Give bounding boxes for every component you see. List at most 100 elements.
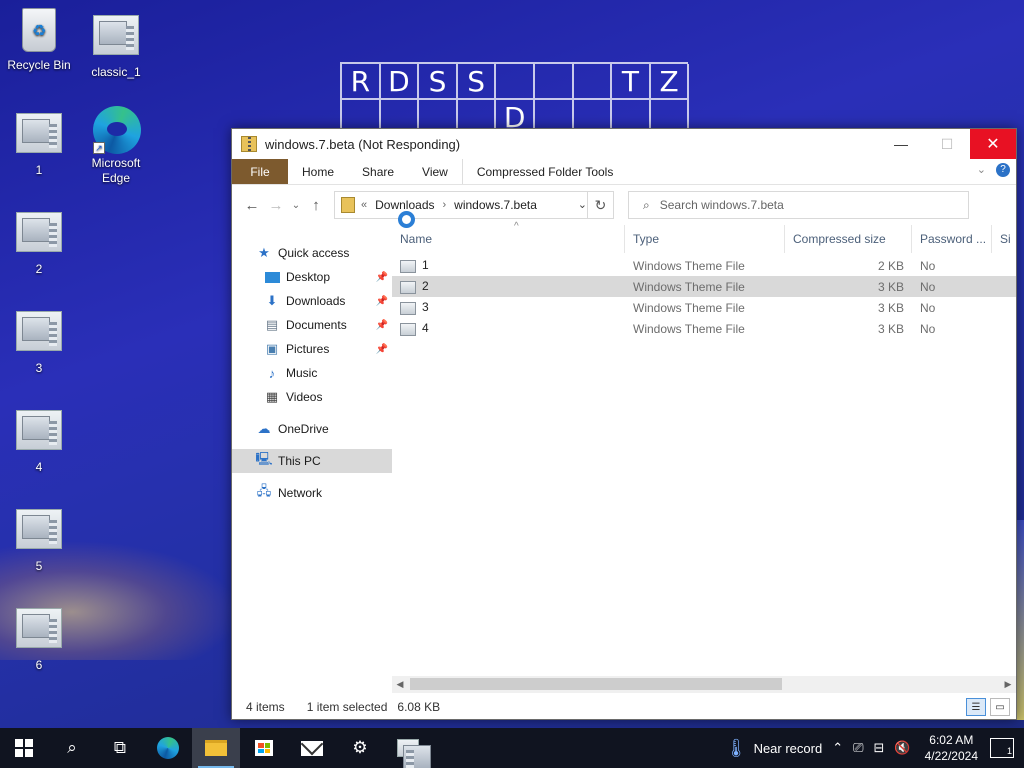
task-view-button[interactable]: ⧉ [96, 728, 144, 768]
breadcrumb-downloads[interactable]: Downloads [375, 198, 434, 212]
desktop-icon-4[interactable]: 4 [1, 407, 77, 474]
desktop-icon-2[interactable]: 2 [1, 209, 77, 276]
wallpaper-letter-cell: R [342, 64, 381, 100]
theme-file-icon [400, 322, 416, 336]
scroll-left-icon[interactable]: ◀ [392, 679, 408, 690]
help-icon[interactable]: ? [996, 163, 1010, 177]
taskbar-settings[interactable]: ⚙ [336, 728, 384, 768]
notifications-icon[interactable]: 1 [990, 738, 1014, 758]
nav-network[interactable]: 🖧 Network [232, 481, 392, 505]
desktop-icon-1[interactable]: 1 [1, 110, 77, 177]
nav-videos[interactable]: ▦ Videos [232, 385, 392, 409]
volume-muted-icon[interactable]: 🔇 [894, 740, 910, 756]
taskbar-mail[interactable] [288, 728, 336, 768]
refresh-button[interactable]: ↻ [587, 192, 613, 218]
theme-file-icon [16, 212, 62, 252]
file-row[interactable]: 4 Windows Theme File 3 KB No [392, 318, 1016, 339]
window-title: windows.7.beta (Not Responding) [265, 136, 461, 152]
busy-cursor-icon [398, 211, 415, 228]
file-row[interactable]: 2 Windows Theme File 3 KB No [392, 276, 1016, 297]
taskbar-theme-app[interactable] [384, 728, 432, 768]
minimize-button[interactable]: — [878, 129, 924, 159]
show-hidden-icons-button[interactable]: ⌃ [832, 740, 843, 756]
desktop-icon-label: Microsoft Edge [91, 156, 141, 185]
search-button[interactable]: ⌕ [48, 728, 96, 768]
file-name: 2 [422, 279, 429, 294]
address-dropdown-icon[interactable]: ⌄ [578, 198, 587, 211]
desktop-icon-label: classic_1 [91, 65, 141, 79]
camera-icon[interactable]: ⎚ [853, 740, 863, 756]
breadcrumb-separator: › [442, 199, 447, 211]
pictures-icon: ▣ [265, 341, 279, 356]
nav-pictures[interactable]: ▣ Pictures 📌 [232, 337, 392, 361]
desktop-icon-recycle-bin[interactable]: ♻ Recycle Bin [1, 8, 77, 72]
taskbar-store[interactable] [240, 728, 288, 768]
nav-this-pc[interactable]: 🖳 This PC [232, 449, 392, 473]
nav-documents[interactable]: ▤ Documents 📌 [232, 313, 392, 337]
scrollbar-thumb[interactable] [410, 678, 782, 690]
tab-compressed-folder-tools[interactable]: Compressed Folder Tools [461, 159, 628, 184]
large-icons-view-icon[interactable]: ▭ [990, 698, 1010, 716]
details-view-icon[interactable]: ☰ [966, 698, 986, 716]
taskbar-edge[interactable] [144, 728, 192, 768]
horizontal-scrollbar[interactable]: ◀ ▶ [392, 676, 1016, 693]
file-row[interactable]: 1 Windows Theme File 2 KB No [392, 255, 1016, 276]
network-tray-icon[interactable]: ⊟ [874, 740, 885, 756]
nav-label: Pictures [286, 342, 330, 356]
theme-file-icon [400, 280, 416, 294]
pin-icon: 📌 [375, 295, 388, 307]
search-placeholder: Search windows.7.beta [659, 198, 784, 212]
close-button[interactable]: ✕ [970, 129, 1016, 159]
address-overflow[interactable]: « [361, 199, 367, 211]
column-header-password[interactable]: Password ... [912, 225, 992, 253]
column-header-size[interactable]: Si [992, 225, 1016, 253]
file-password: No [920, 258, 936, 273]
recent-locations-button[interactable]: ⌄ [288, 193, 304, 217]
desktop-icon [264, 269, 280, 285]
theme-file-icon [16, 113, 62, 153]
taskbar: ⌕ ⧉ ⚙ 🌡 Near record ⌃ ⎚ ⊟ 🔇 6:02 AM 4/22… [0, 728, 1024, 768]
title-bar[interactable]: windows.7.beta (Not Responding) — ☐ ✕ [232, 129, 1016, 159]
back-button[interactable]: ← [240, 193, 264, 217]
pin-icon: 📌 [375, 343, 388, 355]
column-header-compressed-size[interactable]: Compressed size [785, 225, 912, 253]
navigation-pane: ★ Quick access Desktop 📌 ⬇ Downloads 📌 ▤… [232, 225, 392, 695]
windows-logo-icon [15, 739, 33, 757]
network-icon: 🖧 [256, 483, 272, 498]
system-tray: 🌡 Near record ⌃ ⎚ ⊟ 🔇 6:02 AM 4/22/2024 … [725, 728, 1024, 768]
tab-home[interactable]: Home [288, 159, 348, 184]
nav-downloads[interactable]: ⬇ Downloads 📌 [232, 289, 392, 313]
scroll-right-icon[interactable]: ▶ [1000, 679, 1016, 690]
file-name: 4 [422, 321, 429, 336]
start-button[interactable] [0, 728, 48, 768]
nav-quick-access[interactable]: ★ Quick access [232, 241, 392, 265]
column-header-type[interactable]: Type [625, 225, 785, 253]
tab-view[interactable]: View [408, 159, 462, 184]
nav-music[interactable]: ♪ Music [232, 361, 392, 385]
maximize-button[interactable]: ☐ [924, 129, 970, 159]
weather-widget[interactable]: 🌡 Near record [725, 738, 823, 759]
desktop-icon-6[interactable]: 6 [1, 605, 77, 672]
file-row[interactable]: 3 Windows Theme File 3 KB No [392, 297, 1016, 318]
wallpaper-letter-cell: S [419, 64, 458, 100]
tab-share[interactable]: Share [348, 159, 408, 184]
tab-file[interactable]: File [232, 159, 288, 184]
up-button[interactable]: ↑ [304, 193, 328, 217]
desktop-icon-5[interactable]: 5 [1, 506, 77, 573]
desktop-icon-microsoft-edge[interactable]: ↗ Microsoft Edge [78, 106, 154, 186]
forward-button[interactable]: → [264, 193, 288, 217]
breadcrumb-windows-7-beta[interactable]: windows.7.beta [454, 198, 537, 212]
desktop-icon-label: 5 [35, 559, 43, 573]
desktop-icon-3[interactable]: 3 [1, 308, 77, 375]
nav-desktop[interactable]: Desktop 📌 [232, 265, 392, 289]
nav-onedrive[interactable]: ☁ OneDrive [232, 417, 392, 441]
column-header-name[interactable]: Name [392, 225, 625, 253]
search-box[interactable]: ⌕ Search windows.7.beta [628, 191, 969, 219]
file-name-cell: 1 [392, 258, 625, 273]
desktop-icon-classic-1[interactable]: classic_1 [78, 12, 154, 79]
expand-ribbon-icon[interactable]: ⌄ [977, 163, 986, 177]
taskbar-file-explorer[interactable] [192, 728, 240, 768]
clock[interactable]: 6:02 AM 4/22/2024 [925, 732, 978, 764]
address-bar[interactable]: « Downloads › windows.7.beta ⌄ ↻ [334, 191, 614, 219]
file-explorer-window: windows.7.beta (Not Responding) — ☐ ✕ Fi… [231, 128, 1017, 720]
